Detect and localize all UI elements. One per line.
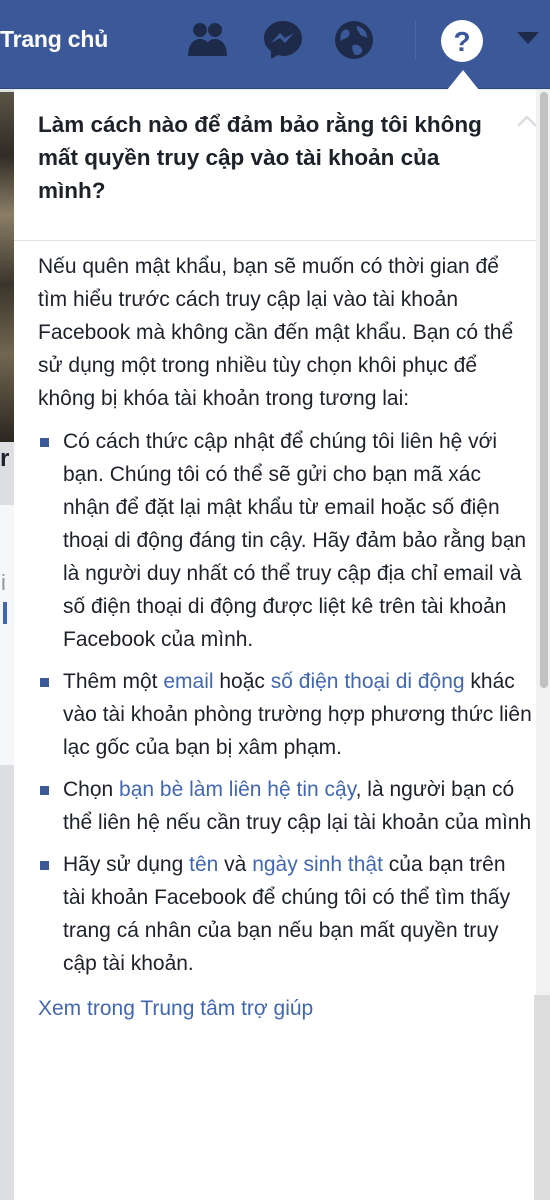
help-panel: Làm cách nào để đảm bảo rằng tôi không m… (14, 90, 550, 1200)
list-item-text: hoặc (213, 670, 271, 693)
nav-divider (415, 20, 416, 60)
list-item-text: Có cách thức cập nhật để chúng tôi liên … (63, 430, 527, 651)
help-article: Nếu quên mật khẩu, bạn sẽ muốn có thời g… (38, 250, 533, 1025)
help-panel-header[interactable]: Làm cách nào để đảm bảo rằng tôi không m… (14, 90, 538, 241)
chevron-up-icon[interactable] (516, 114, 538, 128)
list-item: Có cách thức cập nhật để chúng tôi liên … (38, 425, 533, 656)
help-icon[interactable]: ? (438, 17, 486, 65)
top-navigation-bar: Trang chủ ? (0, 0, 550, 90)
list-item: Hãy sử dụng tên và ngày sinh thật của bạ… (38, 848, 533, 980)
dropdown-pointer (447, 70, 479, 90)
background-card (0, 505, 14, 765)
friends-icon[interactable] (185, 18, 229, 62)
bullet-icon (40, 786, 49, 795)
background-scrollbar-thumb[interactable] (534, 995, 550, 1200)
list-item: Chọn bạn bè làm liên hệ tin cậy, là ngườ… (38, 773, 533, 839)
help-center-link[interactable]: Xem trong Trung tâm trợ giúp (38, 992, 533, 1025)
caret-down-icon[interactable] (515, 30, 541, 46)
trusted-contacts-link[interactable]: bạn bè làm liên hệ tin cậy (119, 778, 356, 801)
name-link[interactable]: tên (189, 853, 218, 876)
recovery-options-list: Có cách thức cập nhật để chúng tôi liên … (38, 425, 533, 980)
scrollbar-thumb[interactable] (540, 92, 548, 688)
list-item-text: Chọn (63, 778, 120, 801)
messenger-icon[interactable] (261, 18, 305, 62)
home-link[interactable]: Trang chủ (0, 26, 108, 53)
globe-icon[interactable] (332, 18, 376, 62)
svg-text:?: ? (453, 26, 470, 57)
background-text-fragment: i (1, 570, 6, 595)
help-question-title: Làm cách nào để đảm bảo rằng tôi không m… (38, 112, 482, 203)
background-text-fragment: r (0, 445, 10, 472)
list-item-text: Thêm một (63, 670, 164, 693)
bullet-icon (40, 861, 49, 870)
background-link-fragment (3, 602, 7, 624)
bullet-icon (40, 438, 49, 447)
background-photo (0, 92, 14, 442)
email-link[interactable]: email (163, 670, 213, 693)
article-intro: Nếu quên mật khẩu, bạn sẽ muốn có thời g… (38, 255, 514, 410)
mobile-phone-link[interactable]: số điện thoại di động (271, 670, 465, 693)
list-item: Thêm một email hoặc số điện thoại di độn… (38, 665, 533, 764)
list-item-text: Hãy sử dụng (63, 853, 190, 876)
bullet-icon (40, 678, 49, 687)
list-item-text: và (218, 853, 253, 876)
real-birthday-link[interactable]: ngày sinh thật (252, 853, 383, 876)
